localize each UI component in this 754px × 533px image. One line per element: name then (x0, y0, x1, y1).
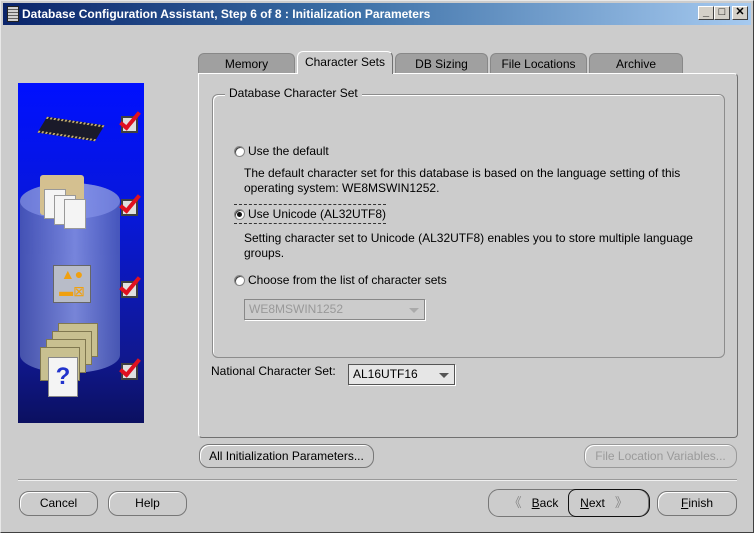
back-mnemonic: B (531, 496, 540, 510)
title-bar[interactable]: Database Configuration Assistant, Step 6… (3, 3, 751, 25)
chevron-left-icon: 《 (508, 495, 522, 510)
radio-label: Choose from the list of character sets (248, 273, 447, 287)
minimize-button[interactable]: _ (698, 6, 714, 20)
chevron-down-icon (409, 308, 419, 313)
radio-button[interactable] (234, 145, 245, 157)
step-complete-checkbox-icon (119, 107, 141, 133)
close-button[interactable]: ✕ (732, 6, 748, 20)
step-complete-checkbox-icon (119, 272, 141, 298)
database-character-set-group: Database Character Set Use the default T… (212, 86, 725, 358)
app-icon (7, 6, 19, 22)
step-complete-checkbox-icon (119, 354, 141, 380)
cancel-button[interactable]: Cancel (19, 491, 98, 516)
radio-button[interactable] (234, 274, 245, 286)
step-complete-checkbox-icon (119, 190, 141, 216)
combobox-value: AL16UTF16 (353, 367, 418, 381)
help-document-icon: ? (40, 323, 100, 403)
tab-memory[interactable]: Memory (198, 53, 295, 74)
radio-label: Use Unicode (AL32UTF8) (248, 207, 387, 221)
maximize-button[interactable]: □ (714, 6, 730, 20)
national-character-set-combobox[interactable]: AL16UTF16 (348, 364, 455, 385)
all-initialization-parameters-button[interactable]: All Initialization Parameters... (199, 444, 374, 468)
back-button[interactable]: 《 Back (489, 490, 568, 516)
footer-separator (18, 479, 737, 481)
tab-character-sets[interactable]: Character Sets (297, 51, 393, 74)
shapes-tile-icon: ▲● ▬⊠ (53, 265, 91, 303)
radio-choose-from-list[interactable]: Choose from the list of character sets (234, 273, 447, 287)
radio-button-selected[interactable] (234, 208, 245, 220)
help-button[interactable]: Help (108, 491, 187, 516)
next-label: ext (588, 496, 605, 510)
back-label: ack (539, 496, 559, 510)
national-character-set-label: National Character Set: (211, 364, 336, 378)
tab-bar: Memory Character Sets DB Sizing File Loc… (198, 51, 685, 74)
documents-folder-icon (40, 175, 90, 233)
tab-file-locations[interactable]: File Locations (490, 53, 587, 74)
character-set-list-combobox[interactable]: WE8MSWIN1252 (244, 299, 425, 320)
file-location-variables-button[interactable]: File Location Variables... (584, 444, 737, 468)
chevron-down-icon (439, 373, 449, 378)
radio-use-unicode[interactable]: Use Unicode (AL32UTF8) (234, 204, 387, 224)
tab-archive[interactable]: Archive (589, 53, 683, 74)
chevron-right-icon: 》 (614, 495, 628, 510)
combobox-value: WE8MSWIN1252 (249, 302, 344, 316)
window-title: Database Configuration Assistant, Step 6… (22, 7, 431, 21)
finish-button[interactable]: Finish (657, 491, 737, 516)
next-mnemonic: N (580, 496, 589, 510)
next-button[interactable]: Next 》 (568, 489, 650, 517)
character-sets-panel: Database Character Set Use the default T… (198, 73, 738, 438)
default-description: The default character set for this datab… (244, 166, 681, 195)
group-title: Database Character Set (225, 86, 362, 100)
tab-db-sizing[interactable]: DB Sizing (395, 53, 488, 74)
radio-label: Use the default (248, 144, 329, 158)
dbca-window: Database Configuration Assistant, Step 6… (0, 0, 754, 533)
radio-use-default[interactable]: Use the default (234, 144, 329, 158)
finish-label: inish (688, 496, 714, 510)
window-controls: _ □ ✕ (698, 6, 748, 20)
wizard-step-artwork: ▲● ▬⊠ ? (18, 83, 144, 423)
unicode-description: Setting character set to Unicode (AL32UT… (244, 231, 693, 260)
memory-chip-icon (37, 116, 105, 142)
navigation-button-group: 《 Back Next 》 (488, 489, 650, 517)
